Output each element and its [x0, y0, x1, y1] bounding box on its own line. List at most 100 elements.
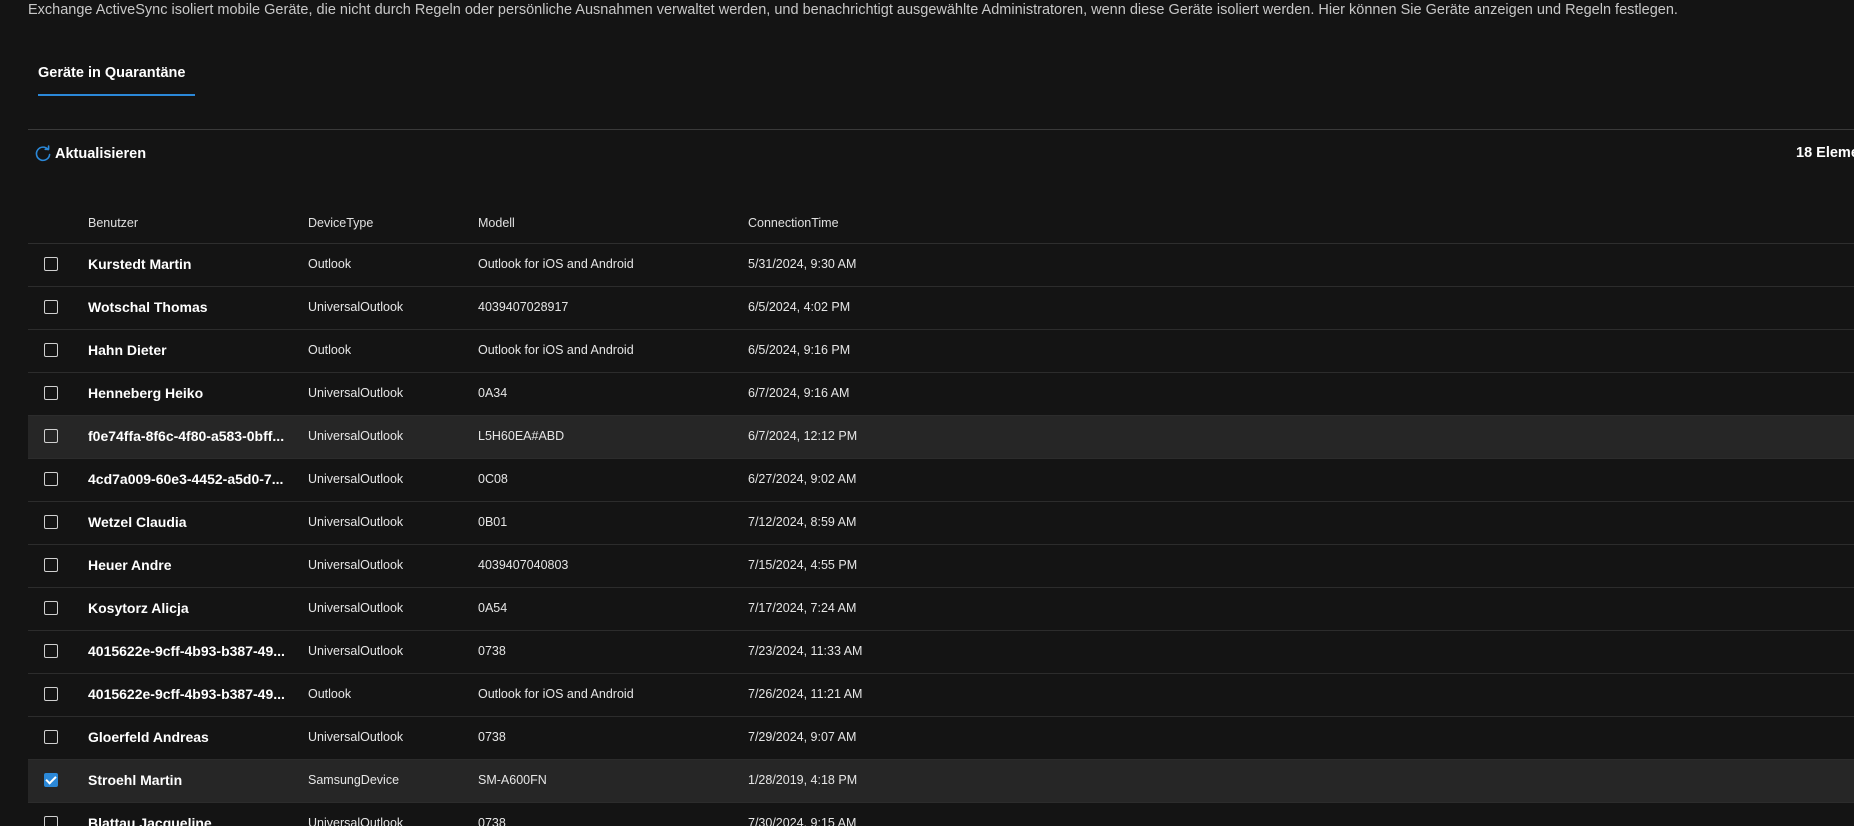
- cell-connection-time: 6/5/2024, 4:02 PM: [748, 300, 851, 314]
- cell-user[interactable]: Kosytorz Alicja: [88, 600, 293, 616]
- refresh-icon: [35, 145, 51, 162]
- row-checkbox[interactable]: [44, 257, 58, 271]
- cell-device-type: Outlook: [308, 343, 352, 357]
- cell-connection-time: 6/5/2024, 9:16 PM: [748, 343, 851, 357]
- cell-device-type: UniversalOutlook: [308, 472, 404, 486]
- cell-connection-time: 7/12/2024, 8:59 AM: [748, 515, 857, 529]
- cell-device-type: SamsungDevice: [308, 773, 400, 787]
- cell-model: 0C08: [478, 472, 508, 486]
- cell-user[interactable]: f0e74ffa-8f6c-4f80-a583-0bff...: [88, 428, 293, 444]
- column-header-device-type[interactable]: DeviceType: [308, 216, 373, 230]
- table-row[interactable]: Kosytorz Alicja UniversalOutlook 0A54 7/17/…: [28, 588, 1854, 631]
- cell-device-type: Outlook: [308, 687, 352, 701]
- cell-connection-time: 7/30/2024, 9:15 AM: [748, 816, 857, 826]
- toolbar-divider: [28, 129, 1854, 130]
- cell-connection-time: 7/23/2024, 11:33 AM: [748, 644, 863, 658]
- refresh-button[interactable]: Aktualisieren: [34, 142, 146, 166]
- cell-model: Outlook for iOS and Android: [478, 257, 634, 271]
- cell-user[interactable]: Heuer Andre: [88, 557, 293, 573]
- table-body: Kurstedt Martin Outlook Outlook for iOS an…: [28, 244, 1854, 826]
- cell-connection-time: 7/17/2024, 7:24 AM: [748, 601, 857, 615]
- cell-connection-time: 1/28/2019, 4:18 PM: [748, 773, 858, 787]
- tab-quarantined-devices[interactable]: Geräte in Quarantäne: [28, 56, 196, 96]
- cell-device-type: UniversalOutlook: [308, 429, 404, 443]
- cell-connection-time: 6/7/2024, 12:12 PM: [748, 429, 858, 443]
- cell-device-type: UniversalOutlook: [308, 730, 404, 744]
- devices-table: Benutzer DeviceType Modell ConnectionTim…: [28, 201, 1854, 826]
- cell-user[interactable]: 4015622e-9cff-4b93-b387-49...: [88, 686, 293, 702]
- cell-device-type: UniversalOutlook: [308, 515, 404, 529]
- cell-model: L5H60EA#ABD: [478, 429, 565, 443]
- cell-connection-time: 7/15/2024, 4:55 PM: [748, 558, 858, 572]
- cell-connection-time: 5/31/2024, 9:30 AM: [748, 257, 857, 271]
- table-row[interactable]: Henneberg Heiko UniversalOutlook 0A34 6/7/2…: [28, 373, 1854, 416]
- cell-device-type: Outlook: [308, 257, 352, 271]
- table-row[interactable]: Stroehl Martin SamsungDevice SM-A600FN 1/28…: [28, 760, 1854, 803]
- cell-model: 0738: [478, 816, 506, 826]
- cell-device-type: UniversalOutlook: [308, 601, 404, 615]
- cell-user[interactable]: Henneberg Heiko: [88, 385, 293, 401]
- row-checkbox[interactable]: [44, 687, 58, 701]
- cell-connection-time: 7/29/2024, 9:07 AM: [748, 730, 857, 744]
- cell-user[interactable]: Kurstedt Martin: [88, 256, 293, 272]
- cell-model: 0738: [478, 730, 506, 744]
- table-row[interactable]: Hahn Dieter Outlook Outlook for iOS and An…: [28, 330, 1854, 373]
- quarantine-page: Exchange ActiveSync isoliert mobile Gerä…: [0, 0, 1854, 826]
- cell-user[interactable]: Hahn Dieter: [88, 342, 293, 358]
- cell-model: Outlook for iOS and Android: [478, 687, 634, 701]
- table-header: Benutzer DeviceType Modell ConnectionTim…: [28, 201, 1854, 244]
- cell-user[interactable]: 4015622e-9cff-4b93-b387-49...: [88, 643, 293, 659]
- cell-device-type: UniversalOutlook: [308, 558, 404, 572]
- table-row[interactable]: Kurstedt Martin Outlook Outlook for iOS an…: [28, 244, 1854, 287]
- row-checkbox[interactable]: [44, 644, 58, 658]
- row-checkbox[interactable]: [44, 343, 58, 357]
- table-row[interactable]: 4cd7a009-60e3-4452-a5d0-7... UniversalOut…: [28, 459, 1854, 502]
- row-checkbox[interactable]: [44, 472, 58, 486]
- row-checkbox[interactable]: [44, 558, 58, 572]
- table-row[interactable]: 4015622e-9cff-4b93-b387-49... UniversalOu…: [28, 631, 1854, 674]
- cell-model: 0B01: [478, 515, 508, 529]
- table-row[interactable]: 4015622e-9cff-4b93-b387-49... Outlook Outl…: [28, 674, 1854, 717]
- column-header-connection-time[interactable]: ConnectionTime: [748, 216, 839, 230]
- cell-connection-time: 6/7/2024, 9:16 AM: [748, 386, 850, 400]
- table-row[interactable]: f0e74ffa-8f6c-4f80-a583-0bff... Universal…: [28, 416, 1854, 459]
- cell-device-type: UniversalOutlook: [308, 386, 404, 400]
- table-row[interactable]: Wetzel Claudia UniversalOutlook 0B01 7/12/2…: [28, 502, 1854, 545]
- row-checkbox[interactable]: [44, 386, 58, 400]
- row-checkbox[interactable]: [44, 515, 58, 529]
- cell-user[interactable]: Gloerfeld Andreas: [88, 729, 293, 745]
- table-row[interactable]: Blattau Jacqueline UniversalOutlook 0738 7/…: [28, 803, 1854, 826]
- cell-model: 0A54: [478, 601, 508, 615]
- column-header-model[interactable]: Modell: [478, 216, 515, 230]
- cell-user[interactable]: 4cd7a009-60e3-4452-a5d0-7...: [88, 471, 293, 487]
- cell-user[interactable]: Wotschal Thomas: [88, 299, 293, 315]
- cell-device-type: UniversalOutlook: [308, 644, 404, 658]
- cell-connection-time: 6/27/2024, 9:02 AM: [748, 472, 857, 486]
- row-checkbox[interactable]: [44, 773, 58, 787]
- cell-user[interactable]: Wetzel Claudia: [88, 514, 293, 530]
- table-row[interactable]: Heuer Andre UniversalOutlook 4039407040803…: [28, 545, 1854, 588]
- cell-user[interactable]: Stroehl Martin: [88, 772, 293, 788]
- cell-user[interactable]: Blattau Jacqueline: [88, 815, 293, 826]
- cell-device-type: UniversalOutlook: [308, 300, 404, 314]
- cell-model: 0A34: [478, 386, 508, 400]
- cell-device-type: UniversalOutlook: [308, 816, 404, 826]
- row-checkbox[interactable]: [44, 816, 58, 826]
- table-row[interactable]: Wotschal Thomas UniversalOutlook 403940702…: [28, 287, 1854, 330]
- cell-model: 4039407028917: [478, 300, 569, 314]
- row-checkbox[interactable]: [44, 429, 58, 443]
- cell-model: 0738: [478, 644, 506, 658]
- item-count: 18 Elemen: [1796, 145, 1854, 161]
- tab-bar: Geräte in Quarantäne: [28, 56, 196, 96]
- cell-model: Outlook for iOS and Android: [478, 343, 634, 357]
- row-checkbox[interactable]: [44, 730, 58, 744]
- refresh-label: Aktualisieren: [55, 146, 147, 162]
- table-row[interactable]: Gloerfeld Andreas UniversalOutlook 0738 7/2…: [28, 717, 1854, 760]
- column-header-user[interactable]: Benutzer: [88, 216, 138, 230]
- row-checkbox[interactable]: [44, 300, 58, 314]
- cell-connection-time: 7/26/2024, 11:21 AM: [748, 687, 863, 701]
- row-checkbox[interactable]: [44, 601, 58, 615]
- page-description: Exchange ActiveSync isoliert mobile Gerä…: [28, 2, 1678, 18]
- cell-model: 4039407040803: [478, 558, 569, 572]
- cell-model: SM-A600FN: [478, 773, 547, 787]
